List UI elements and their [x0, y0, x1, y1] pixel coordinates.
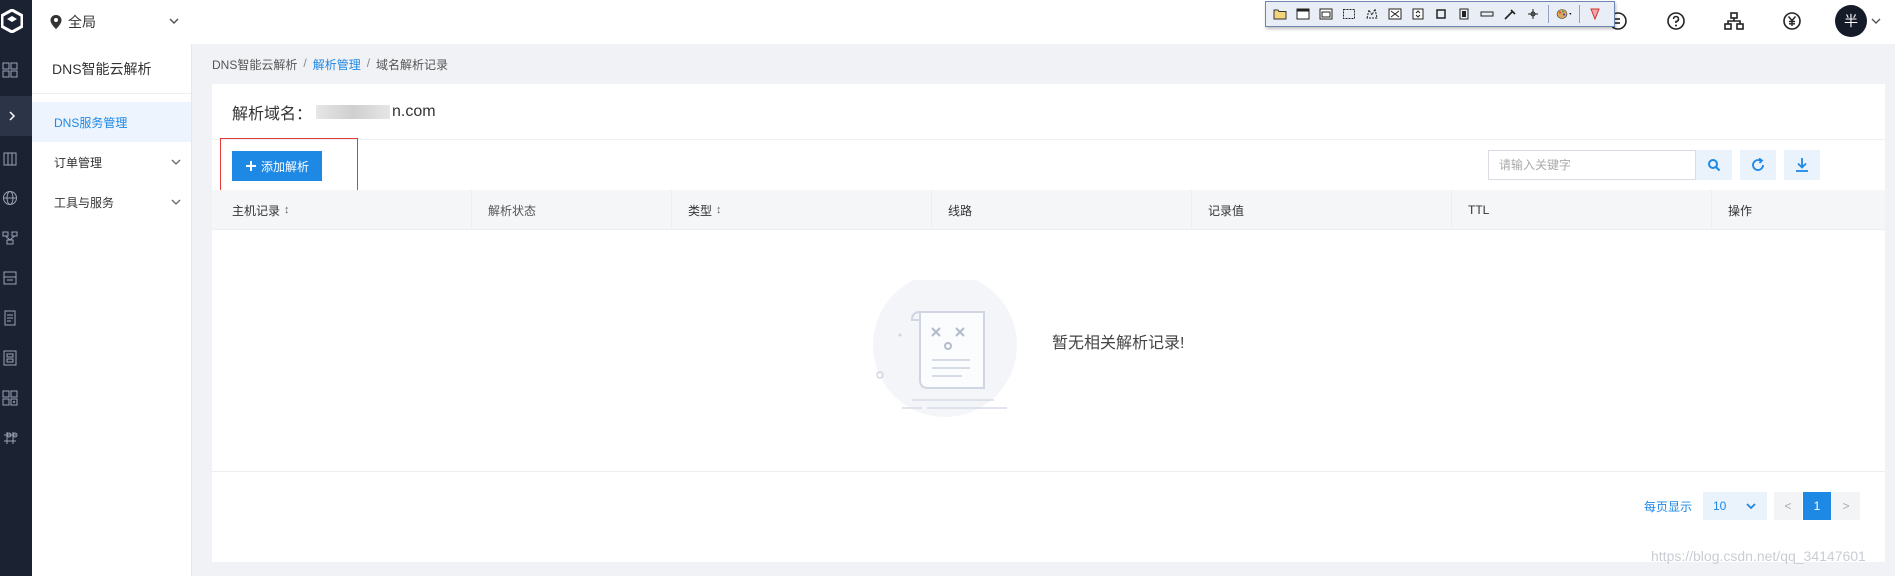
- records-card: 解析域名： n.com 添加解析 主机记录 ↕ 解析状态 类型 ↕ 线路 记: [212, 84, 1885, 562]
- floating-toolbar: [1265, 1, 1615, 27]
- storage-icon[interactable]: [0, 268, 20, 288]
- toolbar-divider: [1579, 5, 1580, 23]
- search-icon: [1708, 159, 1721, 172]
- expand-chevron-icon[interactable]: [0, 96, 32, 136]
- scroll-capture-icon[interactable]: [1408, 4, 1428, 24]
- open-folder-icon[interactable]: [1270, 4, 1290, 24]
- breadcrumb-current: 域名解析记录: [376, 58, 449, 72]
- per-page-select[interactable]: 10: [1703, 492, 1767, 520]
- column-ttl: TTL: [1452, 190, 1712, 230]
- palette-icon[interactable]: [1554, 4, 1574, 24]
- next-page-button[interactable]: >: [1832, 492, 1860, 520]
- column-host-record[interactable]: 主机记录 ↕: [212, 190, 472, 230]
- globe-icon[interactable]: [0, 188, 20, 208]
- breadcrumb-root[interactable]: DNS智能云解析: [212, 56, 297, 73]
- domain-redacted: [316, 104, 391, 119]
- column-line: 线路: [932, 190, 1192, 230]
- region-selector[interactable]: 全局: [50, 12, 179, 32]
- document-icon[interactable]: [0, 308, 20, 328]
- domain-label: 解析域名：: [232, 105, 313, 123]
- column-label: 解析状态: [488, 203, 537, 218]
- sort-icon[interactable]: ↕: [284, 204, 290, 216]
- column-value: 记录值: [1192, 190, 1452, 230]
- keyword-search-input[interactable]: [1488, 150, 1696, 180]
- plus-icon: [245, 161, 256, 171]
- app-rail: [0, 0, 32, 576]
- line-icon[interactable]: [1477, 4, 1497, 24]
- chevron-down-icon: [171, 159, 181, 165]
- empty-state-message: 暂无相关解析记录!: [1052, 335, 1185, 352]
- watermark: https://blog.csdn.net/qq_34147601: [1651, 548, 1866, 564]
- rect-select-icon[interactable]: [1339, 4, 1359, 24]
- search-button[interactable]: [1696, 150, 1732, 180]
- domain-header: 解析域名： n.com: [212, 84, 1885, 140]
- crop-icon[interactable]: [1431, 4, 1451, 24]
- pin-marker-icon[interactable]: [1585, 4, 1605, 24]
- region-label: 全局: [68, 14, 96, 30]
- column-actions: 操作: [1712, 190, 1885, 230]
- chevron-down-icon: [171, 199, 181, 205]
- divider: [212, 471, 1885, 472]
- column-label: 记录值: [1208, 203, 1245, 218]
- breadcrumb-separator: /: [303, 56, 307, 70]
- domain-value: n.com: [392, 102, 436, 120]
- network-icon[interactable]: [0, 228, 20, 248]
- download-icon: [1796, 158, 1808, 172]
- empty-document-icon: [873, 280, 1017, 417]
- chevron-down-icon: [1746, 503, 1756, 510]
- sidebar-item-label: 工具与服务: [54, 195, 115, 210]
- user-menu[interactable]: 半: [1834, 4, 1882, 38]
- sidebar-item-label: DNS服务管理: [54, 115, 128, 130]
- top-bar: 全局 半: [32, 0, 1895, 44]
- window-capture-icon[interactable]: [1293, 4, 1313, 24]
- breadcrumb: DNS智能云解析 / 解析管理 / 域名解析记录: [212, 56, 448, 73]
- crosshair-icon[interactable]: [1523, 4, 1543, 24]
- sidebar-title: DNS智能云解析: [32, 44, 191, 94]
- refresh-button[interactable]: [1740, 150, 1776, 180]
- page-1-button[interactable]: 1: [1803, 492, 1831, 520]
- column-label: 主机记录: [232, 203, 281, 218]
- org-structure-icon[interactable]: [1722, 9, 1746, 33]
- per-page-value: 10: [1713, 499, 1727, 513]
- fullscreen-icon[interactable]: [1385, 4, 1405, 24]
- dashboard-grid-icon[interactable]: [0, 60, 20, 80]
- sidebar-item-dns-service[interactable]: DNS服务管理: [32, 102, 191, 142]
- freehand-select-icon[interactable]: [1362, 4, 1382, 24]
- column-type[interactable]: 类型 ↕: [672, 190, 932, 230]
- toolbar-divider: [1548, 5, 1549, 23]
- app-logo-icon[interactable]: [0, 0, 32, 42]
- building-icon[interactable]: [0, 148, 20, 168]
- server-icon[interactable]: [0, 348, 20, 368]
- color-picker-icon[interactable]: [1500, 4, 1520, 24]
- column-label: 操作: [1728, 203, 1753, 218]
- breadcrumb-separator: /: [366, 56, 371, 70]
- column-label: TTL: [1468, 203, 1490, 217]
- prev-page-button[interactable]: <: [1774, 492, 1802, 520]
- chevron-down-icon: [169, 18, 179, 25]
- per-page-label: 每页显示: [1644, 500, 1693, 514]
- help-icon[interactable]: [1664, 9, 1688, 33]
- location-pin-icon: [50, 15, 62, 29]
- avatar: 半: [1835, 5, 1867, 37]
- add-record-button[interactable]: 添加解析: [232, 151, 322, 181]
- billing-yen-icon[interactable]: [1780, 9, 1804, 33]
- sidebar-item-label: 订单管理: [54, 155, 103, 170]
- dns-sidebar: DNS智能云解析 DNS服务管理 订单管理 工具与服务: [32, 44, 192, 576]
- column-label: 类型: [688, 203, 713, 218]
- records-table-header: 主机记录 ↕ 解析状态 类型 ↕ 线路 记录值 TTL 操作: [212, 190, 1885, 230]
- film-icon[interactable]: [1454, 4, 1474, 24]
- download-button[interactable]: [1784, 150, 1820, 180]
- breadcrumb-dns-manage[interactable]: 解析管理: [313, 56, 361, 73]
- column-status: 解析状态: [472, 190, 672, 230]
- region-window-icon[interactable]: [1316, 4, 1336, 24]
- add-record-label: 添加解析: [260, 159, 309, 174]
- command-icon[interactable]: [0, 428, 20, 448]
- sidebar-item-orders[interactable]: 订单管理: [32, 142, 191, 182]
- apps-icon[interactable]: [0, 388, 20, 408]
- column-label: 线路: [948, 203, 973, 218]
- refresh-icon: [1752, 157, 1764, 171]
- sidebar-item-tools[interactable]: 工具与服务: [32, 182, 191, 222]
- chevron-down-icon: [1871, 18, 1881, 24]
- sort-icon[interactable]: ↕: [716, 204, 722, 216]
